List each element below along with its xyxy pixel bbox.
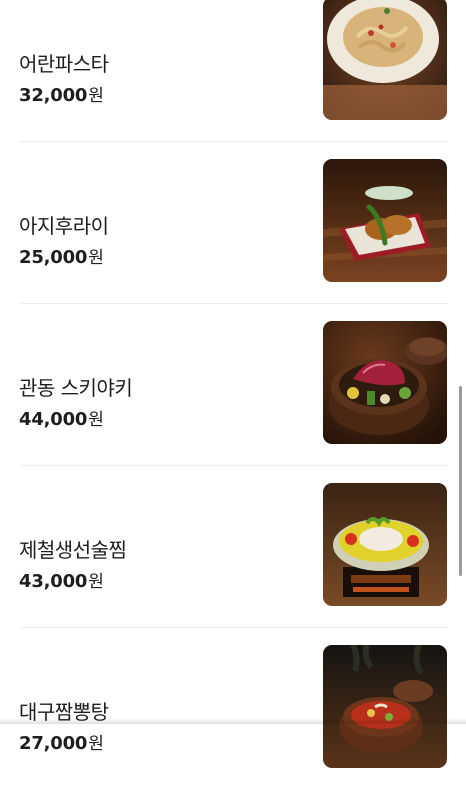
menu-item-price: 43,000원 — [19, 567, 104, 592]
price-value: 44,000 — [19, 409, 88, 430]
menu-item-kanto-sukiyaki[interactable]: 관동 스키야키 44,000원 — [0, 304, 466, 466]
menu-item-name: 제철생선술찜 — [19, 538, 127, 562]
price-currency: 원 — [88, 734, 104, 754]
price-currency: 원 — [88, 248, 104, 268]
menu-item-eoran-pasta[interactable]: 어란파스타 32,000원 — [0, 0, 466, 142]
menu-item-photo[interactable] — [323, 159, 447, 282]
price-value: 27,000 — [19, 733, 88, 754]
seafood-stew-photo-icon — [323, 645, 447, 768]
menu-item-seasonal-fish-sake-steam[interactable]: 제철생선술찜 43,000원 — [0, 466, 466, 628]
pasta-dish-photo-icon — [323, 0, 447, 120]
menu-item-name: 어란파스타 — [19, 52, 109, 76]
menu-item-price: 32,000원 — [19, 81, 104, 106]
menu-item-name: 아지후라이 — [19, 214, 109, 238]
menu-item-price: 44,000원 — [19, 405, 104, 430]
menu-list: 어란파스타 32,000원 아지후라이 25,000원 관동 스키야키 44,0… — [0, 0, 466, 790]
menu-item-name: 관동 스키야키 — [19, 376, 133, 400]
sukiyaki-pot-photo-icon — [323, 321, 447, 444]
steamed-fish-photo-icon — [323, 483, 447, 606]
price-currency: 원 — [88, 410, 104, 430]
price-value: 43,000 — [19, 571, 88, 592]
price-value: 25,000 — [19, 247, 88, 268]
menu-item-aji-fry[interactable]: 아지후라이 25,000원 — [0, 142, 466, 304]
price-currency: 원 — [88, 572, 104, 592]
menu-item-price: 27,000원 — [19, 729, 104, 754]
menu-item-photo[interactable] — [323, 321, 447, 444]
bottom-shadow — [0, 718, 466, 724]
menu-item-price: 25,000원 — [19, 243, 104, 268]
menu-item-photo[interactable] — [323, 645, 447, 768]
fried-fish-photo-icon — [323, 159, 447, 282]
price-value: 32,000 — [19, 85, 88, 106]
menu-item-photo[interactable] — [323, 0, 447, 120]
menu-item-photo[interactable] — [323, 483, 447, 606]
price-currency: 원 — [88, 86, 104, 106]
scrollbar-thumb[interactable] — [459, 386, 462, 576]
menu-item-cod-jjamppong-stew[interactable]: 대구짬뽕탕 27,000원 — [0, 628, 466, 790]
